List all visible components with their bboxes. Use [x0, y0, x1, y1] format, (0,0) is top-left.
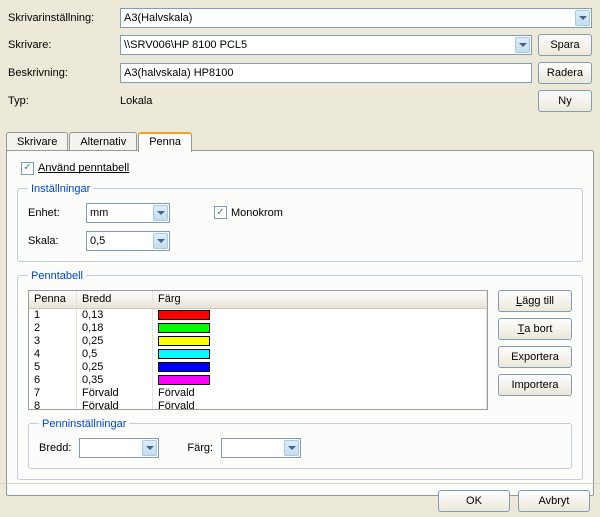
unit-combo[interactable]: mm [86, 203, 170, 223]
printer-value: \\SRV006\HP 8100 PCL5 [124, 39, 247, 51]
col-farg[interactable]: Färg [153, 291, 487, 308]
monochrome-label: Monokrom [231, 207, 283, 219]
cell-bredd: 0,18 [77, 322, 153, 335]
chevron-down-icon[interactable] [284, 440, 299, 456]
printer-setting-value: A3(Halvskala) [124, 12, 192, 24]
cell-penna: 8 [29, 400, 77, 410]
color-swatch [158, 362, 210, 372]
cell-penna: 2 [29, 322, 77, 335]
printer-label: Skrivare: [8, 39, 120, 51]
pen-settings-legend: Penninställningar [39, 418, 129, 430]
col-penna[interactable]: Penna [29, 291, 77, 308]
pen-table-legend: Penntabell [28, 270, 86, 282]
cell-bredd: 0,35 [77, 374, 153, 387]
color-label: Färg: [187, 442, 213, 454]
import-button[interactable]: Importera [498, 374, 572, 396]
scale-value: 0,5 [90, 235, 105, 247]
monochrome-checkbox[interactable]: Monokrom [214, 206, 283, 219]
new-button[interactable]: Ny [538, 90, 592, 112]
ok-button[interactable]: OK [438, 490, 510, 512]
cell-bredd: Förvald [77, 400, 153, 410]
color-swatch [158, 375, 210, 385]
table-row[interactable]: 60,35 [29, 374, 487, 387]
cancel-button[interactable]: Avbryt [518, 490, 590, 512]
scale-combo[interactable]: 0,5 [86, 231, 170, 251]
table-row[interactable]: 8FörvaldFörvald [29, 400, 487, 410]
tab-printer[interactable]: Skrivare [6, 132, 68, 151]
add-button[interactable]: Lägg till [498, 290, 572, 312]
cell-penna: 3 [29, 335, 77, 348]
cell-farg: Förvald [153, 400, 487, 410]
type-label: Typ: [8, 95, 120, 107]
cell-penna: 7 [29, 387, 77, 400]
color-swatch [158, 323, 210, 333]
color-swatch [158, 336, 210, 346]
settings-group: Inställningar Enhet: mm Monokrom Skala: … [17, 183, 583, 262]
color-swatch [158, 349, 210, 359]
cell-penna: 6 [29, 374, 77, 387]
checkbox-icon [214, 206, 227, 219]
cell-penna: 4 [29, 348, 77, 361]
col-bredd[interactable]: Bredd [77, 291, 153, 308]
table-row[interactable]: 30,25 [29, 335, 487, 348]
chevron-down-icon[interactable] [515, 37, 530, 53]
delete-button[interactable]: Radera [538, 62, 592, 84]
table-row[interactable]: 7FörvaldFörvald [29, 387, 487, 400]
table-row[interactable]: 10,13 [29, 309, 487, 322]
checkbox-icon [21, 162, 34, 175]
use-pen-table-label: Använd penntabell [38, 162, 129, 174]
settings-legend: Inställningar [28, 183, 93, 195]
description-value: A3(halvskala) HP8100 [124, 67, 233, 79]
unit-label: Enhet: [28, 207, 72, 219]
chevron-down-icon[interactable] [153, 205, 168, 221]
cell-bredd: 0,5 [77, 348, 153, 361]
printer-combo[interactable]: \\SRV006\HP 8100 PCL5 [120, 35, 532, 55]
cell-farg [153, 348, 487, 361]
cell-farg [153, 335, 487, 348]
chevron-down-icon[interactable] [575, 10, 590, 26]
width-label: Bredd: [39, 442, 71, 454]
table-row[interactable]: 20,18 [29, 322, 487, 335]
cell-bredd: 0,25 [77, 335, 153, 348]
cell-penna: 5 [29, 361, 77, 374]
pen-table-group: Penntabell Penna Bredd Färg 10,1320,1830… [17, 270, 583, 480]
printer-setting-combo[interactable]: A3(Halvskala) [120, 8, 592, 28]
pen-table[interactable]: Penna Bredd Färg 10,1320,1830,2540,550,2… [28, 290, 488, 410]
cell-farg: Förvald [153, 387, 487, 400]
scale-label: Skala: [28, 235, 72, 247]
color-combo[interactable] [221, 438, 301, 458]
table-row[interactable]: 40,5 [29, 348, 487, 361]
description-input[interactable]: A3(halvskala) HP8100 [120, 63, 532, 83]
chevron-down-icon[interactable] [142, 440, 157, 456]
cell-bredd: 0,13 [77, 309, 153, 322]
cell-farg [153, 309, 487, 322]
cell-penna: 1 [29, 309, 77, 322]
remove-button[interactable]: Ta bort [498, 318, 572, 340]
pen-settings-group: Penninställningar Bredd: Färg: [28, 418, 572, 469]
cell-farg [153, 374, 487, 387]
type-value: Lokala [120, 95, 538, 107]
width-combo[interactable] [79, 438, 159, 458]
tab-options[interactable]: Alternativ [69, 132, 137, 151]
chevron-down-icon[interactable] [153, 233, 168, 249]
tab-pen[interactable]: Penna [138, 132, 192, 152]
table-row[interactable]: 50,25 [29, 361, 487, 374]
cell-bredd: Förvald [77, 387, 153, 400]
description-label: Beskrivning: [8, 67, 120, 79]
cell-farg [153, 322, 487, 335]
save-button[interactable]: Spara [538, 34, 592, 56]
cell-farg [153, 361, 487, 374]
cell-bredd: 0,25 [77, 361, 153, 374]
use-pen-table-checkbox[interactable]: Använd penntabell [21, 162, 129, 175]
printer-setting-label: Skrivarinställning: [8, 12, 120, 24]
export-button[interactable]: Exportera [498, 346, 572, 368]
color-swatch [158, 310, 210, 320]
unit-value: mm [90, 207, 108, 219]
